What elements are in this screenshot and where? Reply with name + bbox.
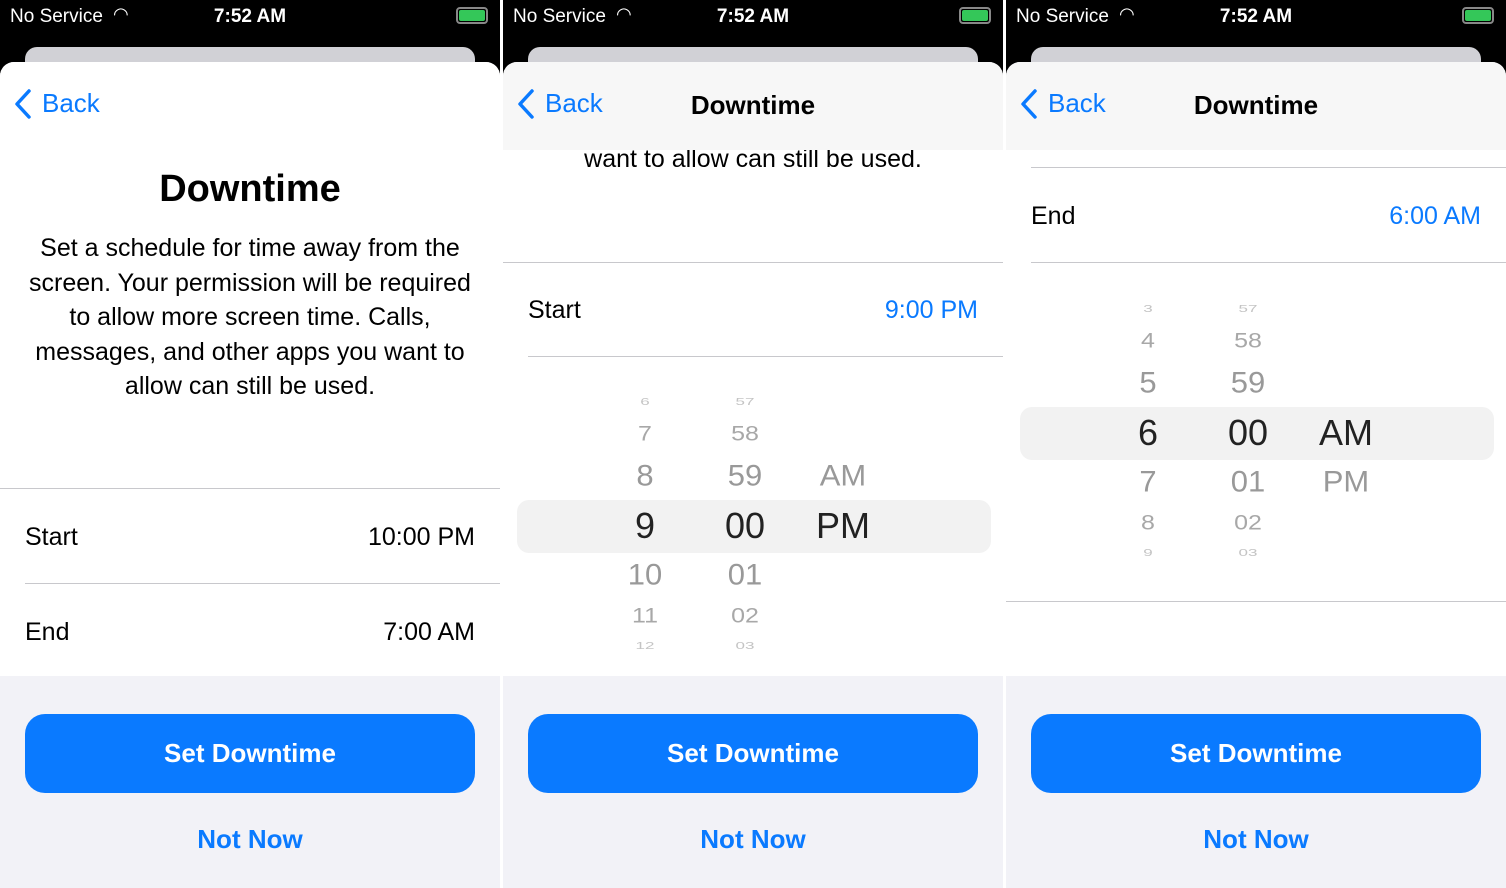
picker-hour-item[interactable]: 4: [1141, 329, 1155, 354]
end-value: 6:00 AM: [1389, 201, 1481, 230]
downtime-sheet: Back Downtime Set a schedule for time aw…: [0, 62, 500, 888]
start-label: Start: [528, 295, 581, 324]
picker-minute-item[interactable]: 57: [736, 396, 755, 408]
divider: [1031, 167, 1506, 168]
chevron-left-icon: [518, 88, 534, 119]
start-value: 10:00 PM: [367, 522, 475, 551]
back-label: Back: [545, 88, 603, 118]
start-row[interactable]: Start 9:00 PM: [528, 263, 978, 357]
picker-minute-item[interactable]: 01: [728, 558, 762, 592]
clock: 7:52 AM: [1219, 6, 1293, 27]
picker-hour-item[interactable]: 8: [1141, 511, 1155, 536]
back-label: Back: [42, 88, 100, 118]
picker-minute-item[interactable]: 02: [1234, 511, 1262, 536]
picker-minute-item[interactable]: 57: [1239, 303, 1258, 315]
divider: [25, 583, 500, 584]
set-downtime-button[interactable]: Set Downtime: [25, 714, 475, 793]
picker-minute-item[interactable]: 59: [728, 459, 762, 493]
screen-2: No Service ◠ 7:52 AM want to allow can s…: [503, 0, 1003, 888]
picker-minute-item[interactable]: 00: [725, 505, 765, 547]
battery-charging-icon: [456, 7, 488, 24]
page-title: Downtime: [159, 168, 341, 210]
picker-minute-item[interactable]: 02: [731, 604, 759, 629]
start-label: Start: [25, 522, 78, 551]
picker-hour-item[interactable]: 12: [636, 640, 655, 652]
end-row[interactable]: End 6:00 AM: [1031, 169, 1481, 263]
divider: [528, 356, 1003, 357]
back-button[interactable]: Back: [1020, 88, 1106, 119]
end-value: 7:00 AM: [383, 617, 475, 646]
status-bar: No Service ◠ 7:52 AM: [0, 0, 500, 34]
clock: 7:52 AM: [213, 6, 287, 27]
nav-bar: Downtime Back: [1006, 62, 1506, 150]
divider: [1031, 262, 1506, 263]
picker-minute-item[interactable]: 59: [1231, 366, 1265, 400]
clock: 7:52 AM: [716, 6, 790, 27]
picker-hour-item[interactable]: 7: [638, 422, 652, 447]
not-now-button[interactable]: Not Now: [1006, 824, 1506, 855]
picker-hour-item[interactable]: 11: [632, 604, 658, 629]
set-downtime-button[interactable]: Set Downtime: [1031, 714, 1481, 793]
divider: [1006, 601, 1506, 602]
end-label: End: [25, 617, 70, 646]
picker-pm-item[interactable]: PM: [816, 505, 870, 547]
picker-hour-item[interactable]: 8: [636, 459, 653, 493]
end-label: End: [1031, 201, 1076, 230]
battery-charging-icon: [959, 7, 991, 24]
screen-1: No Service ◠ 7:52 AM Back Downtime Set a…: [0, 0, 500, 888]
start-value: 9:00 PM: [884, 295, 978, 324]
start-row[interactable]: Start 10:00 PM: [25, 490, 475, 584]
picker-minute-item[interactable]: 03: [736, 640, 755, 652]
picker-hour-item[interactable]: 10: [628, 558, 662, 592]
chevron-left-icon: [1021, 88, 1037, 119]
set-downtime-button[interactable]: Set Downtime: [528, 714, 978, 793]
picker-hour-item[interactable]: 9: [635, 505, 655, 547]
picker-minute-item[interactable]: 58: [1234, 329, 1262, 354]
status-bar: No Service ◠ 7:52 AM: [1006, 0, 1506, 34]
downtime-sheet: Downtime Back End 6:00 AM 3 57 4 58 5 59 6 00 7 0…: [1006, 62, 1506, 888]
picker-hour-item[interactable]: 5: [1139, 366, 1156, 400]
picker-am-item[interactable]: AM: [1319, 412, 1373, 454]
picker-hour-item[interactable]: 9: [1143, 547, 1152, 559]
picker-minute-item[interactable]: 01: [1231, 465, 1265, 499]
not-now-button[interactable]: Not Now: [503, 824, 1003, 855]
end-row[interactable]: End 7:00 AM: [25, 585, 475, 679]
description: Set a schedule for time away from the sc…: [29, 234, 471, 400]
not-now-button[interactable]: Not Now: [0, 824, 500, 855]
chevron-left-icon: [15, 88, 31, 119]
back-button[interactable]: Back: [14, 88, 100, 119]
divider: [0, 488, 500, 489]
battery-charging-icon: [1462, 7, 1494, 24]
back-label: Back: [1048, 88, 1106, 118]
status-bar: No Service ◠ 7:52 AM: [503, 0, 1003, 34]
picker-minute-item[interactable]: 00: [1228, 412, 1268, 454]
picker-pm-item[interactable]: PM: [1323, 465, 1370, 499]
picker-am-item[interactable]: AM: [820, 459, 867, 493]
picker-minute-item[interactable]: 03: [1239, 547, 1258, 559]
screen-3: No Service ◠ 7:52 AM Downtime Back End 6…: [1006, 0, 1506, 888]
time-picker[interactable]: 3 57 4 58 5 59 6 00 7 01 8 02 9 03 AM PM: [1006, 290, 1506, 570]
picker-minute-item[interactable]: 58: [731, 422, 759, 447]
picker-hour-item[interactable]: 6: [640, 396, 649, 408]
back-button[interactable]: Back: [517, 88, 603, 119]
time-picker[interactable]: 6 57 7 58 8 59 9 00 10 01 11 02 12 03 AM PM: [503, 385, 1003, 665]
downtime-sheet: want to allow can still be used. Downtim…: [503, 62, 1003, 888]
picker-hour-item[interactable]: 6: [1138, 412, 1158, 454]
nav-bar: Downtime Back: [503, 62, 1003, 150]
picker-hour-item[interactable]: 7: [1139, 465, 1156, 499]
picker-hour-item[interactable]: 3: [1143, 303, 1152, 315]
